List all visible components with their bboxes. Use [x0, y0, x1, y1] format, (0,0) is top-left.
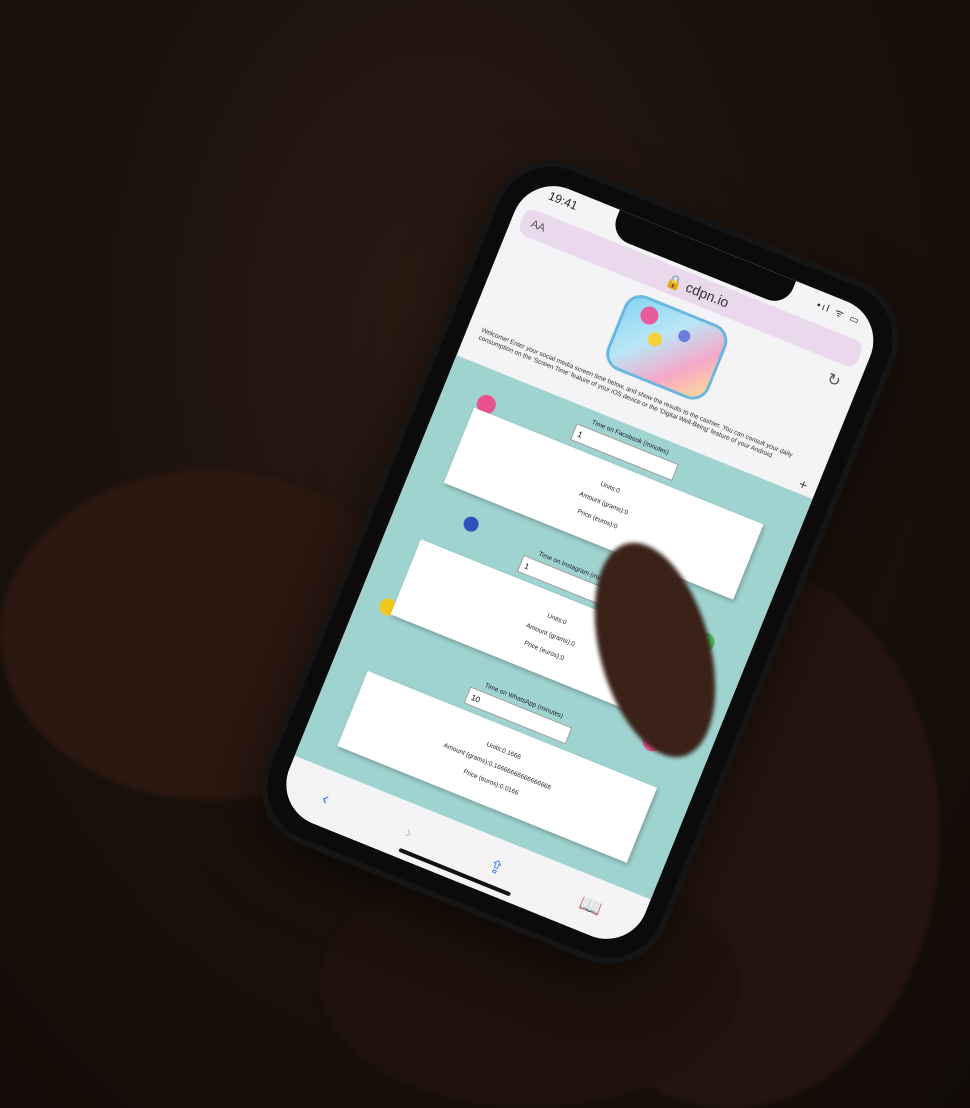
plus-icon[interactable]: + — [796, 476, 810, 494]
forward-button[interactable]: › — [402, 821, 415, 843]
status-time: 19:41 — [546, 188, 580, 213]
back-button[interactable]: ‹ — [319, 788, 332, 810]
reload-icon[interactable]: ↻ — [824, 369, 844, 393]
logo-candy — [637, 303, 662, 328]
share-icon[interactable]: ⇪ — [485, 855, 507, 880]
bookmarks-icon[interactable]: 📖 — [577, 892, 605, 920]
